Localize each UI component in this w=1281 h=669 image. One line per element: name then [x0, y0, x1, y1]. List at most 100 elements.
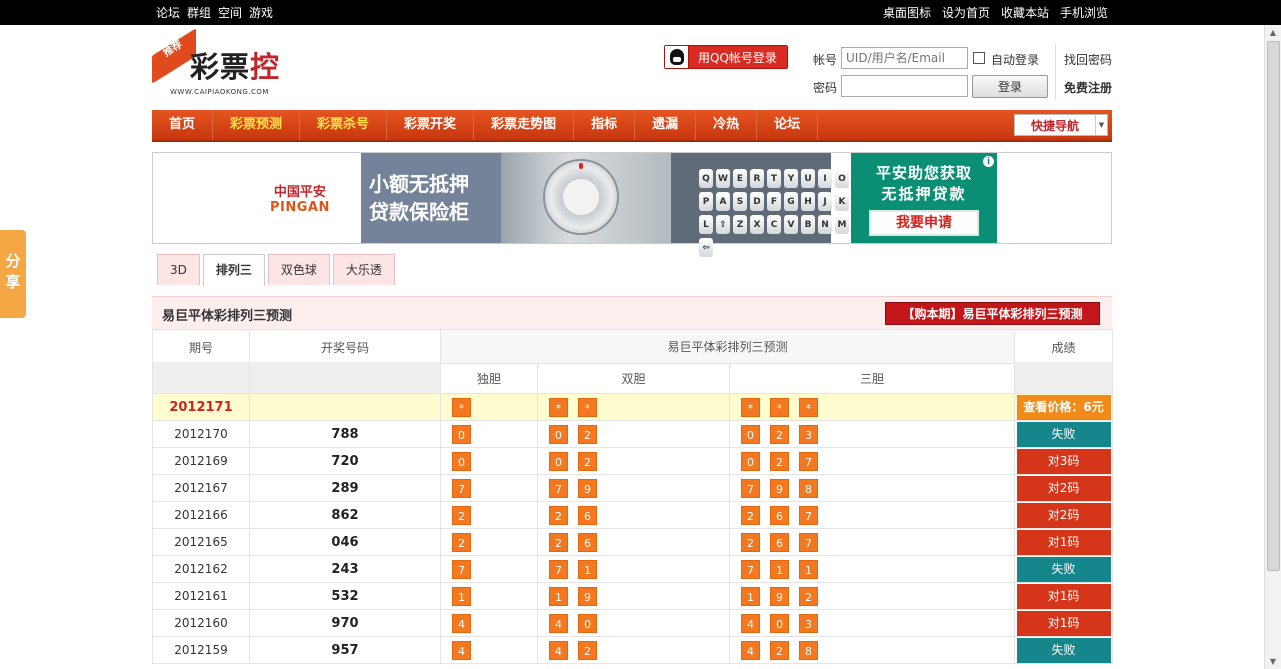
prediction-cell: 79 — [537, 474, 730, 502]
pingan-logo: 中国平安 PINGAN — [270, 181, 330, 215]
header-prediction: 易巨平体彩排列三预测 — [439, 329, 1016, 364]
prediction-table-body: 2012171 * * * * * * 查看价格：6元 2012170 788 0 0 2 0 2 3 失败 20… — [152, 393, 1114, 664]
result-cell: 失败 — [1014, 636, 1114, 664]
nav-missing[interactable]: 遗漏 — [635, 110, 697, 140]
top-link[interactable]: 游戏 — [249, 4, 273, 21]
result-cell: 对1码 — [1014, 528, 1114, 556]
result-badge: 对2码 — [1016, 502, 1111, 528]
top-link[interactable]: 桌面图标 — [883, 4, 931, 21]
tab-double-color-ball[interactable]: 双色球 — [267, 254, 330, 285]
nav-lottery-prediction[interactable]: 彩票预测 — [213, 110, 301, 140]
keyboard-key: T — [767, 169, 781, 188]
top-link[interactable]: 论坛 — [156, 4, 180, 21]
password-input[interactable] — [841, 75, 968, 97]
number-ball: 7 — [799, 505, 818, 525]
keyboard-key: W — [716, 169, 730, 188]
header-double: 双胆 — [537, 363, 730, 394]
qq-login-button[interactable]: 用QQ帐号登录 — [664, 45, 788, 69]
number-ball: 3 — [799, 424, 818, 444]
tab-pailie3[interactable]: 排列三 — [202, 254, 265, 286]
number-ball: 2 — [741, 505, 760, 525]
prediction-cell: 26 — [537, 501, 730, 529]
number-ball: 7 — [799, 532, 818, 552]
number-ball: * — [549, 397, 568, 417]
scroll-thumb[interactable] — [1267, 41, 1280, 571]
keyboard-key: B — [801, 215, 815, 234]
nav-indicator[interactable]: 指标 — [574, 110, 636, 140]
pingan-logo-en: PINGAN — [270, 200, 330, 215]
site-logo[interactable]: 推荐 彩票控 WWW.CAIPIAOKONG.COM — [152, 28, 282, 100]
tab-3d[interactable]: 3D — [157, 254, 200, 285]
number-ball: 2 — [452, 532, 471, 552]
prediction-cell: 027 — [728, 447, 1016, 475]
number-ball: 0 — [452, 424, 471, 444]
nav-lottery-draw[interactable]: 彩票开奖 — [387, 110, 475, 140]
number-ball: 6 — [578, 505, 597, 525]
nav-lottery-kill[interactable]: 彩票杀号 — [300, 110, 388, 140]
keyboard-key: A — [716, 192, 730, 211]
number-ball: 6 — [578, 532, 597, 552]
draw-number-cell: 289 — [249, 474, 441, 502]
number-ball: 2 — [452, 505, 471, 525]
number-ball: 0 — [578, 613, 597, 633]
buy-prediction-button[interactable]: 【购本期】易巨平体彩排列三预测 — [885, 302, 1100, 325]
auto-login-checkbox[interactable] — [973, 52, 985, 64]
number-ball: 7 — [549, 478, 568, 498]
issue-cell: 2012171 — [152, 393, 250, 421]
tab-super-lotto[interactable]: 大乐透 — [332, 254, 395, 285]
banner-slogan-line-1: 小额无抵押 — [369, 172, 469, 196]
prediction-cell: 1 — [440, 582, 538, 610]
ad-banner[interactable]: 中国平安 PINGAN 小额无抵押 贷款保险柜 QWERTYUIO PASDFGH… — [152, 152, 1112, 257]
banner-cta-line-2: 无抵押贷款 — [881, 185, 967, 203]
section-title: 易巨平体彩排列三预测 — [162, 309, 293, 324]
nav-hot-cold[interactable]: 冷热 — [696, 110, 758, 140]
number-ball: 0 — [549, 451, 568, 471]
top-link[interactable]: 设为首页 — [942, 4, 990, 21]
find-password-link[interactable]: 找回密码 — [1064, 51, 1112, 68]
auto-login-label: 自动登录 — [991, 53, 1040, 67]
result-cell: 失败 — [1014, 555, 1114, 583]
nav-lottery-trend[interactable]: 彩票走势图 — [474, 110, 575, 140]
prediction-cell: 7 — [440, 555, 538, 583]
prediction-cell: 267 — [728, 528, 1016, 556]
nav-home[interactable]: 首页 — [152, 110, 214, 140]
prediction-cell: 4 — [440, 609, 538, 637]
top-link[interactable]: 空间 — [218, 4, 242, 21]
number-ball: 1 — [799, 559, 818, 579]
logo-name-part: 彩票 — [190, 50, 251, 84]
result-badge: 对1码 — [1016, 583, 1111, 609]
top-link[interactable]: 群组 — [187, 4, 211, 21]
account-input[interactable] — [841, 47, 968, 69]
header-issue: 期号 — [152, 329, 250, 394]
ad-info-icon[interactable]: i — [982, 155, 995, 168]
number-ball: 2 — [770, 424, 789, 444]
top-bar-left-links: 论坛 群组 空间 游戏 — [156, 4, 273, 21]
number-ball: 0 — [770, 613, 789, 633]
pingan-logo-cn: 中国平安 — [273, 185, 326, 200]
table-row: 2012159 957 4 4 2 4 2 8 失败 — [152, 636, 1114, 664]
keyboard-key: X — [750, 215, 764, 234]
top-bar: 论坛 群组 空间 游戏 桌面图标 设为首页 收藏本站 手机浏览 — [0, 0, 1281, 25]
prediction-cell: 403 — [728, 609, 1016, 637]
scrollbar[interactable]: ▲ ▼ — [1264, 25, 1281, 669]
prediction-cell: 7 — [440, 474, 538, 502]
keyboard-key: D — [750, 192, 764, 211]
draw-number-cell: 970 — [249, 609, 441, 637]
login-button[interactable]: 登录 — [972, 75, 1048, 98]
result-badge: 失败 — [1016, 421, 1111, 447]
view-price-button[interactable]: 查看价格：6元 — [1016, 394, 1111, 420]
top-link[interactable]: 手机浏览 — [1060, 4, 1108, 21]
share-tab[interactable]: 分享 — [0, 230, 26, 318]
scroll-up-arrow-icon[interactable]: ▲ — [1265, 25, 1281, 40]
banner-cta-line-1: 平安助您获取 — [875, 164, 972, 182]
apply-button[interactable]: 我要申请 — [869, 210, 979, 236]
keyboard-key: O — [835, 169, 849, 188]
nav-forum[interactable]: 论坛 — [757, 110, 819, 140]
top-link[interactable]: 收藏本站 — [1001, 4, 1049, 21]
qq-login-label: 用QQ帐号登录 — [698, 50, 777, 65]
scroll-down-arrow-icon[interactable]: ▼ — [1265, 654, 1281, 669]
issue-cell: 2012159 — [152, 636, 250, 664]
quick-nav-dropdown[interactable]: 快捷导航 ▼ — [1014, 114, 1108, 136]
register-link[interactable]: 免费注册 — [1064, 79, 1112, 96]
prediction-cell: 0 — [440, 420, 538, 448]
